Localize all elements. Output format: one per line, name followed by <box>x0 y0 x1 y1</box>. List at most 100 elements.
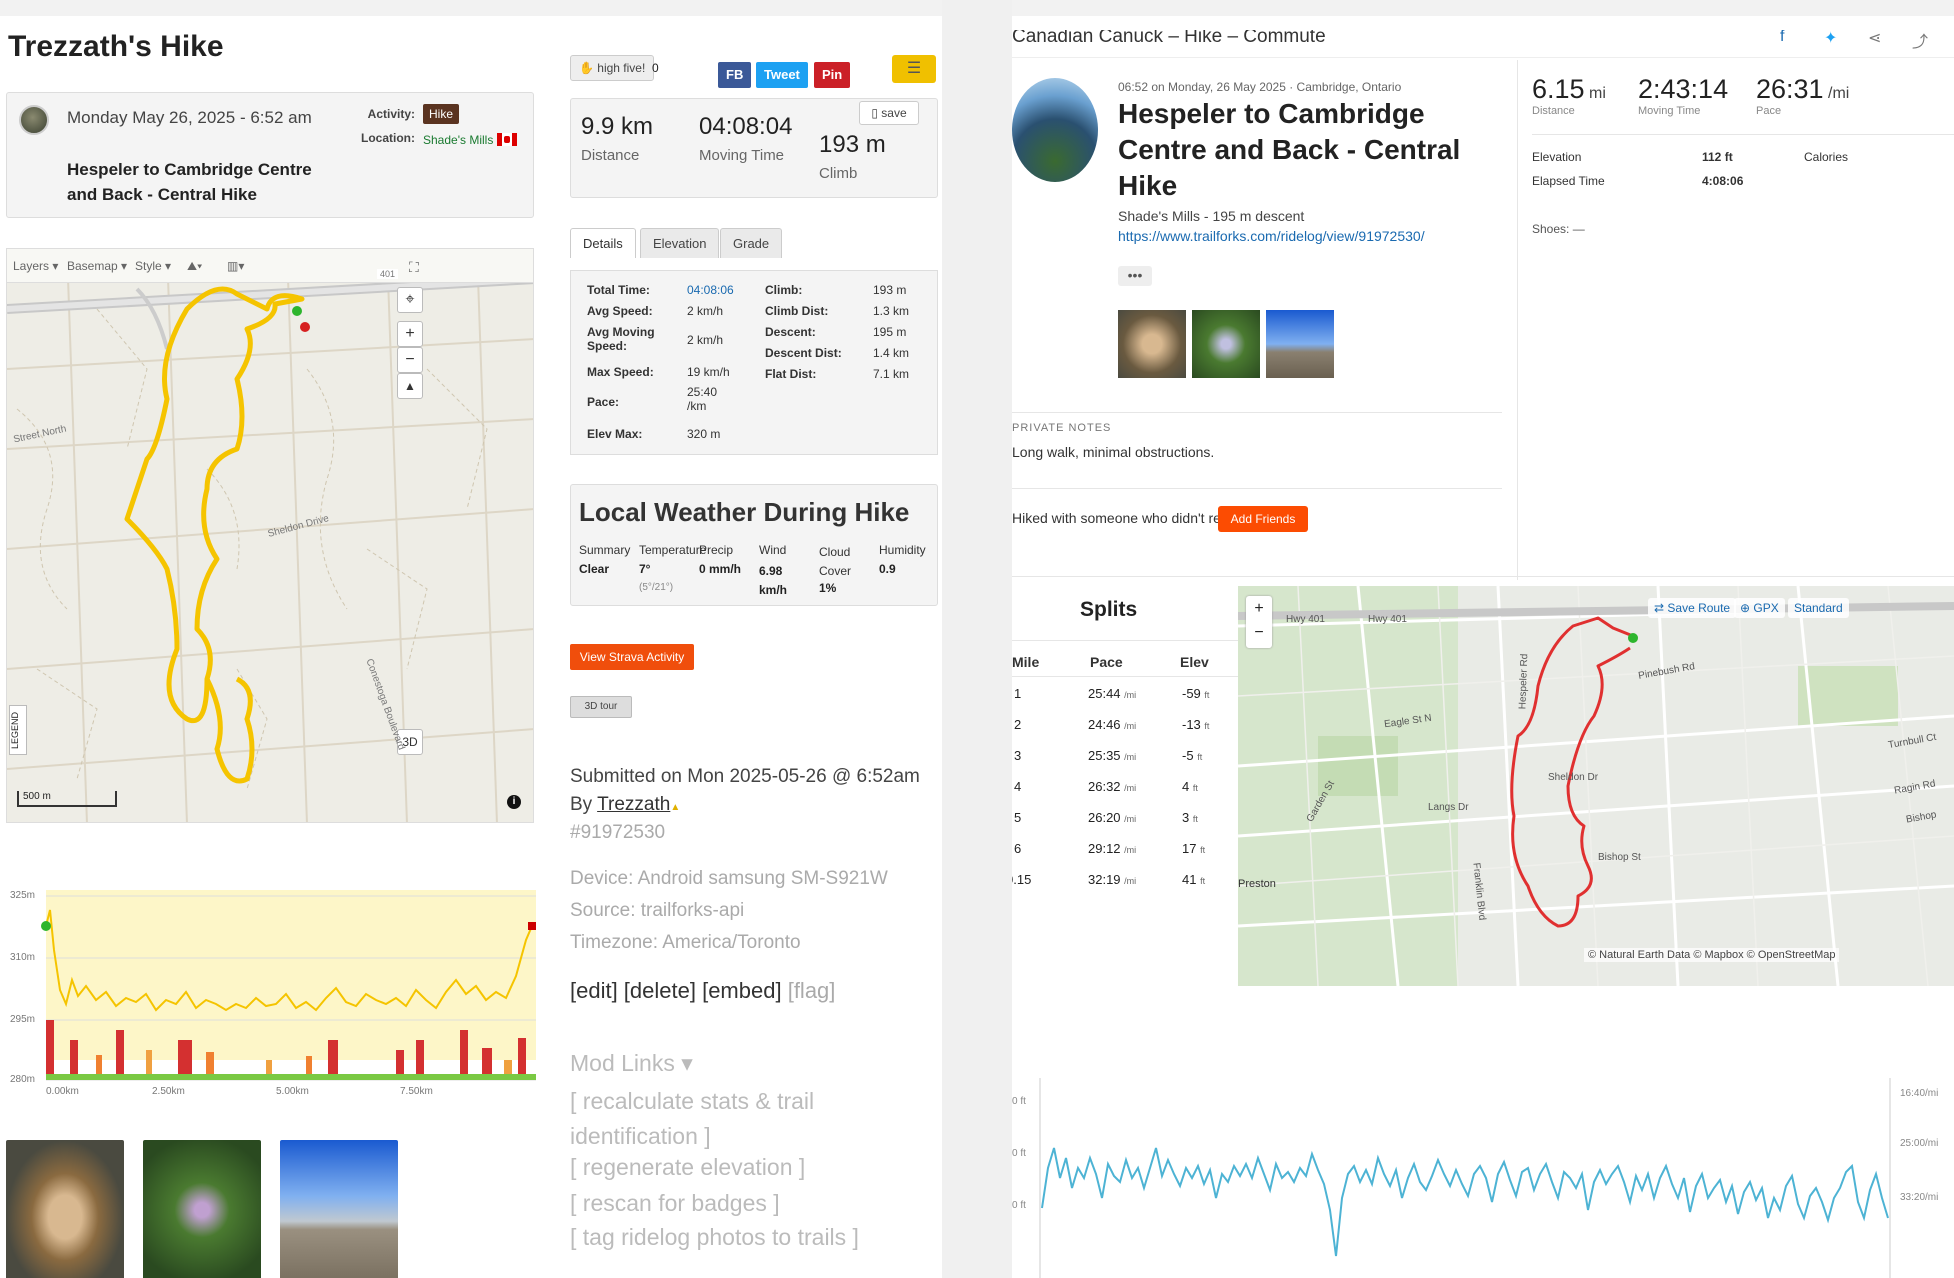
flag-link[interactable]: [flag] <box>788 978 836 1003</box>
location-label: Location: <box>361 131 415 145</box>
tab-grade[interactable]: Grade <box>720 228 783 258</box>
list-menu-icon[interactable]: ☰ <box>892 55 936 83</box>
timezone-info: Timezone: America/Toronto <box>570 932 801 953</box>
zoom-out-button[interactable]: − <box>397 347 423 373</box>
chart-icon[interactable]: ▥▾ <box>227 259 244 273</box>
splits-col-elev: Elev <box>1180 654 1209 670</box>
style-menu[interactable]: Style ▾ <box>135 259 171 273</box>
photo-thumbnail-field[interactable] <box>280 1140 398 1278</box>
locate-icon[interactable]: ⌖ <box>397 287 423 313</box>
export-icon[interactable]: ⤴ <box>1912 30 1928 52</box>
compass-icon[interactable]: ▲ <box>397 373 423 399</box>
info-icon[interactable]: i <box>507 795 521 809</box>
map-style-button[interactable]: Standard <box>1788 598 1849 618</box>
weather-title: Local Weather During Hike <box>579 497 910 527</box>
twitter-icon[interactable]: ✦ <box>1824 30 1837 48</box>
divider <box>1517 60 1518 580</box>
photo-thumbnail-fungus[interactable] <box>1118 310 1186 378</box>
gpx-button[interactable]: ⊕ GPX <box>1734 598 1785 618</box>
elev-x-label: 0.00km <box>46 1086 79 1097</box>
pin-button[interactable]: Pin <box>814 62 851 88</box>
detail-label: Total Time: <box>587 283 650 297</box>
activity-title[interactable]: Hespeler to Cambridge Centre and Back - … <box>1118 96 1478 204</box>
distance-value: 9.9 km <box>581 113 654 140</box>
weather-wind: 6.98 km/h <box>759 564 788 597</box>
photo-thumbnail-flower[interactable] <box>143 1140 261 1278</box>
route-map[interactable]: Layers ▾ Basemap ▾ Style ▾ ⛰▾ ▥▾ ⛶ ⌖ + −… <box>6 248 534 823</box>
location-link[interactable]: Shade's Mills <box>423 133 493 147</box>
zoom-in-button[interactable]: + <box>1246 596 1272 622</box>
activity-meta: 06:52 on Monday, 26 May 2025 · Cambridge… <box>1118 80 1402 94</box>
split-pace: 26:20 /mi <box>1088 810 1136 825</box>
split-elev-unit: ft <box>1204 690 1210 700</box>
activity-badge[interactable]: Hike <box>423 104 460 124</box>
trailforks-link[interactable]: https://www.trailforks.com/ridelog/view/… <box>1118 228 1425 244</box>
save-route-button[interactable]: ⇄ Save Route <box>1648 598 1737 618</box>
detail-value[interactable]: 04:08:06 <box>687 283 734 297</box>
layers-menu[interactable]: Layers ▾ <box>13 259 58 273</box>
photo-thumbnail-field[interactable] <box>1266 310 1334 378</box>
split-pace-value: 24:46 <box>1088 717 1121 732</box>
mod-link-regenerate[interactable]: [ regenerate elevation ] <box>570 1154 805 1181</box>
splits-col-pace: Pace <box>1090 654 1123 670</box>
activity-description: Shade's Mills - 195 m descent <box>1118 208 1305 224</box>
elev-y-label: 310m <box>10 952 36 963</box>
divider <box>1532 134 1954 135</box>
split-mile: 5 <box>1014 810 1022 825</box>
save-button[interactable]: ▯ save <box>859 101 919 125</box>
map-highway-label: 401 <box>377 269 399 279</box>
strava-route-map[interactable]: + − ⇄ Save Route ⊕ GPX Standard Hwy 401 … <box>1238 586 1954 986</box>
divider <box>1012 676 1238 677</box>
split-elev-value: 4 <box>1182 779 1190 794</box>
map-legend-tab[interactable]: LEGEND <box>9 705 27 755</box>
athlete-avatar[interactable] <box>1012 78 1098 182</box>
fullscreen-icon[interactable]: ⛶ <box>409 259 419 276</box>
map-road-label: Hespeler Rd <box>1517 653 1531 710</box>
elevation-value: 112 ft <box>1702 150 1733 164</box>
split-mile: 2 <box>1014 717 1022 732</box>
tab-elevation[interactable]: Elevation <box>640 228 720 258</box>
action-links[interactable]: [edit] [delete] [embed] [flag] <box>570 978 835 1004</box>
chart-y-right-label: 33:20/mi <box>1900 1192 1939 1203</box>
more-options-button[interactable]: ••• <box>1118 266 1152 286</box>
tweet-button[interactable]: Tweet <box>756 62 808 88</box>
start-marker <box>292 306 302 316</box>
photo-thumbnail-fungus[interactable] <box>6 1140 124 1278</box>
shoes-info: Shoes: — <box>1532 222 1585 236</box>
gpx-label: GPX <box>1753 601 1779 615</box>
basemap-menu[interactable]: Basemap ▾ <box>67 259 127 273</box>
mod-link-badges[interactable]: [ rescan for badges ] <box>570 1190 780 1217</box>
author-link[interactable]: Trezzath <box>597 794 670 815</box>
zoom-in-button[interactable]: + <box>397 321 423 347</box>
strava-panel: Canadian Canuck – Hike – Commute f ✦ ⋖ ⤴… <box>1012 30 1954 1278</box>
split-elev: 17 ft <box>1182 841 1205 856</box>
mod-link-tag-photos[interactable]: [ tag ridelog photos to trails ] <box>570 1224 859 1251</box>
map-road-label: Langs Dr <box>1428 802 1469 813</box>
map-road-label: Hwy 401 <box>1286 614 1325 625</box>
pace-chart-svg <box>1039 1078 1891 1278</box>
details-panel: Total Time: 04:08:06 Avg Speed: 2 km/h A… <box>570 270 938 455</box>
ride-info-box: Monday May 26, 2025 - 6:52 am Hespeler t… <box>6 92 534 218</box>
zoom-out-button[interactable]: − <box>1246 622 1272 644</box>
pace-label: Pace <box>1756 105 1782 117</box>
ride-date: Monday May 26, 2025 - 6:52 am <box>67 108 312 127</box>
3d-tour-button[interactable]: 3D tour <box>570 696 632 718</box>
add-friends-button[interactable]: Add Friends <box>1218 506 1308 532</box>
avatar[interactable] <box>19 105 49 135</box>
mod-link-recalculate[interactable]: [ recalculate stats & trail identificati… <box>570 1084 900 1154</box>
mod-links-toggle[interactable]: Mod Links ▾ <box>570 1050 693 1077</box>
facebook-share-button[interactable]: FB <box>718 62 752 88</box>
edit-delete-embed-links[interactable]: [edit] [delete] [embed] <box>570 978 782 1003</box>
facebook-icon[interactable]: f <box>1780 30 1784 46</box>
map-road-label: Bishop St <box>1598 852 1641 863</box>
photo-thumbnail-flower[interactable] <box>1192 310 1260 378</box>
private-notes-header: PRIVATE NOTES <box>1012 422 1112 434</box>
tab-details[interactable]: Details <box>570 228 636 258</box>
share-icon[interactable]: ⋖ <box>1868 30 1881 48</box>
chart-y-right-label: 25:00/mi <box>1900 1138 1939 1149</box>
chart-y-right-label: 16:40/mi <box>1900 1088 1939 1099</box>
measure-icon[interactable]: ⛰▾ <box>187 259 202 274</box>
distance-unit: mi <box>1589 85 1606 102</box>
view-strava-button[interactable]: View Strava Activity <box>570 644 694 670</box>
high-five-button[interactable]: ✋ high five! <box>570 55 655 81</box>
